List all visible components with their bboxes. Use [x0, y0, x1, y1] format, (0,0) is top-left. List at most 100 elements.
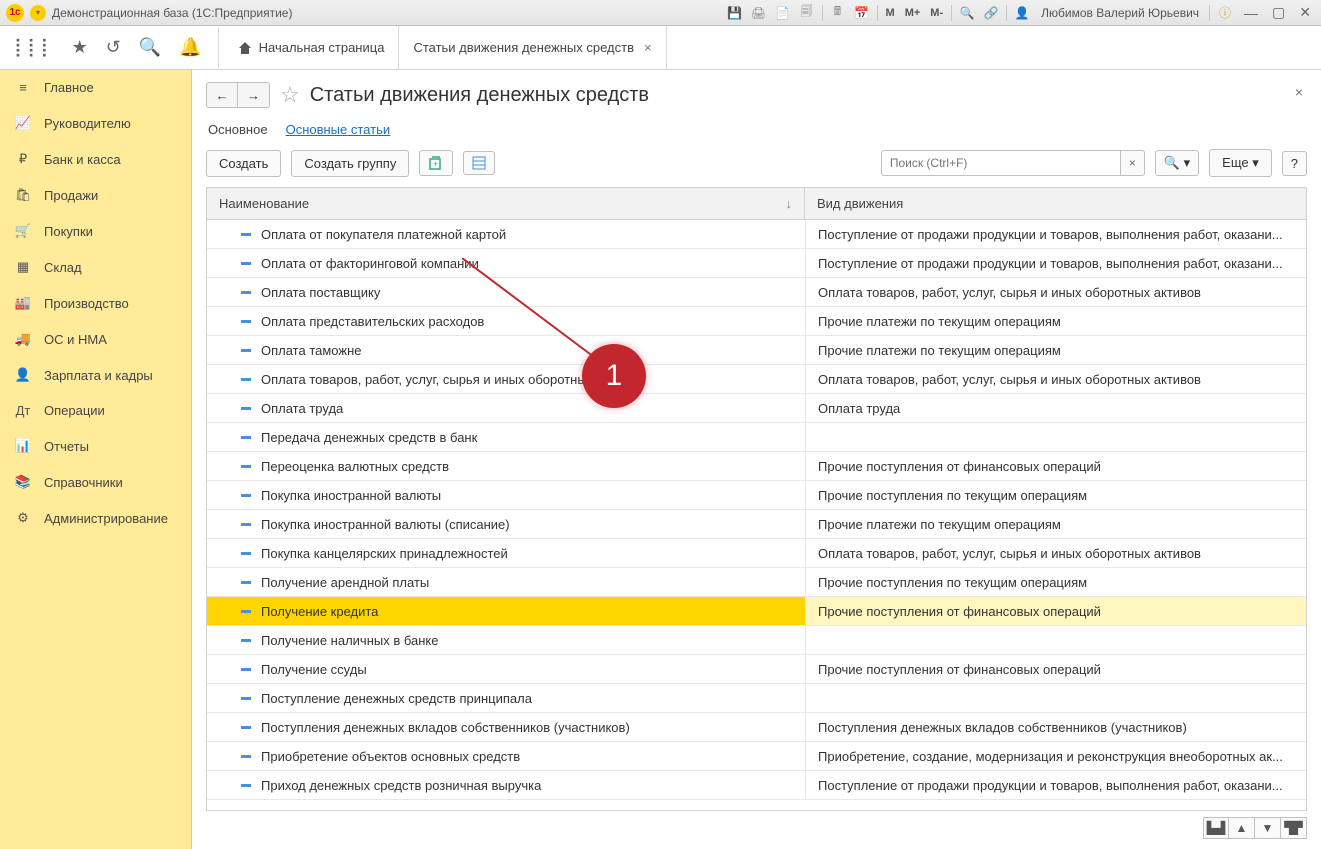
table-row[interactable]: Получение кредита Прочие поступления от … [207, 597, 1306, 626]
more-button[interactable]: Еще ▾ [1209, 149, 1272, 177]
print-icon[interactable]: 🖨 [750, 4, 768, 22]
sidebar-item[interactable]: ⚙Администрирование [0, 500, 191, 536]
info-icon[interactable]: ⓘ [1216, 4, 1234, 22]
app-logo-icon: 1c [6, 4, 24, 22]
sidebar-item[interactable]: 👤Зарплата и кадры [0, 357, 191, 393]
sidebar-item[interactable]: 📈Руководителю [0, 105, 191, 141]
table-row[interactable]: Оплата представительских расходов Прочие… [207, 307, 1306, 336]
calculator-icon[interactable]: 🖩 [829, 4, 847, 22]
table-row[interactable]: Приход денежных средств розничная выручк… [207, 771, 1306, 800]
table-row[interactable]: Передача денежных средств в банк [207, 423, 1306, 452]
maximize-icon[interactable]: ▢ [1268, 4, 1289, 21]
row-name-value: Оплата труда [261, 401, 343, 416]
sidebar-item[interactable]: 🛒Покупки [0, 213, 191, 249]
sidebar-item[interactable]: 📚Справочники [0, 464, 191, 500]
tab-home[interactable]: Начальная страница [223, 26, 400, 70]
table-row[interactable]: Покупка канцелярских принадлежностей Опл… [207, 539, 1306, 568]
bell-icon[interactable]: 🔔 [179, 37, 201, 58]
svg-text:+: + [433, 159, 438, 169]
help-button[interactable]: ? [1282, 151, 1307, 176]
apps-icon[interactable]: ⡇⡇⡇ [14, 37, 54, 58]
sidebar-item[interactable]: 🏭Производство [0, 285, 191, 321]
tab-close-icon[interactable]: × [640, 40, 652, 55]
search-icon[interactable]: 🔍 [139, 37, 161, 58]
table-row[interactable]: Покупка иностранной валюты (списание) Пр… [207, 510, 1306, 539]
row-move-value: Прочие поступления от финансовых операци… [805, 597, 1306, 625]
sidebar-item-label: Зарплата и кадры [44, 368, 153, 383]
table-row[interactable]: Оплата от факторинговой компании Поступл… [207, 249, 1306, 278]
zoom-mplus-icon[interactable]: M+ [903, 7, 923, 19]
user-name[interactable]: Любимов Валерий Юрьевич [1037, 6, 1203, 20]
subtab-secondary[interactable]: Основные статьи [286, 122, 391, 137]
history-icon[interactable]: ↺ [106, 37, 121, 58]
zoom-mminus-icon[interactable]: M- [928, 7, 945, 19]
sidebar-item[interactable]: 🛍Продажи [0, 177, 191, 213]
row-move-value: Прочие платежи по текущим операциям [805, 307, 1306, 335]
zoom-m-icon[interactable]: M [884, 7, 897, 19]
row-item-icon [241, 465, 251, 468]
nav-forward-button[interactable]: → [238, 82, 270, 108]
table-row[interactable]: Получение арендной платы Прочие поступле… [207, 568, 1306, 597]
sidebar-item[interactable]: ▦Склад [0, 249, 191, 285]
table-row[interactable]: Переоценка валютных средств Прочие посту… [207, 452, 1306, 481]
minimize-icon[interactable]: — [1240, 5, 1262, 21]
list-view-button[interactable] [463, 151, 495, 175]
topbar: ⡇⡇⡇ ★ ↺ 🔍 🔔 Начальная страница Статьи дв… [0, 26, 1321, 70]
document-icon[interactable]: 📄 [774, 4, 792, 22]
table-row[interactable]: Оплата от покупателя платежной картой По… [207, 220, 1306, 249]
row-item-icon [241, 291, 251, 294]
sidebar-item-label: ОС и НМА [44, 332, 107, 347]
row-name-value: Получение кредита [261, 604, 378, 619]
row-item-icon [241, 784, 251, 787]
table-row[interactable]: Оплата товаров, работ, услуг, сырья и ин… [207, 365, 1306, 394]
table-row[interactable]: Приобретение объектов основных средств П… [207, 742, 1306, 771]
calendar-icon[interactable]: 📅 [853, 4, 871, 22]
add-from-button[interactable]: + [419, 150, 453, 176]
star-icon[interactable]: ★ [72, 37, 88, 58]
row-name-value: Покупка иностранной валюты (списание) [261, 517, 510, 532]
top-tabs: Начальная страница Статьи движения денеж… [223, 26, 667, 70]
row-item-icon [241, 494, 251, 497]
compare-icon[interactable]: 🗐 [798, 4, 816, 22]
page-up-button[interactable]: ▲ [1229, 817, 1255, 839]
column-move-header[interactable]: Вид движения [805, 188, 1306, 219]
create-button[interactable]: Создать [206, 150, 281, 177]
column-name-header[interactable]: Наименование ↓ [207, 188, 805, 219]
search-input[interactable] [881, 150, 1121, 176]
nav-back-button[interactable]: ← [206, 82, 238, 108]
zoom-icon[interactable]: 🔍 [958, 4, 976, 22]
sidebar-item[interactable]: ДтОперации [0, 393, 191, 428]
sidebar-item-icon: 🛍 [14, 187, 32, 203]
create-group-button[interactable]: Создать группу [291, 150, 409, 177]
sidebar-item[interactable]: ₽Банк и касса [0, 141, 191, 177]
sidebar-item-label: Банк и касса [44, 152, 121, 167]
sidebar-item[interactable]: ≡Главное [0, 70, 191, 105]
subtab-main[interactable]: Основное [208, 122, 268, 137]
app-menu-dropdown-icon[interactable]: ▾ [30, 5, 46, 21]
sidebar-item-icon: ▦ [14, 259, 32, 275]
table-row[interactable]: Оплата поставщику Оплата товаров, работ,… [207, 278, 1306, 307]
link-icon[interactable]: 🔗 [982, 4, 1000, 22]
table-row[interactable]: Оплата таможне Прочие платежи по текущим… [207, 336, 1306, 365]
sidebar-item[interactable]: 🚚ОС и НМА [0, 321, 191, 357]
table-row[interactable]: Покупка иностранной валюты Прочие поступ… [207, 481, 1306, 510]
page-close-icon[interactable]: × [1295, 84, 1303, 100]
tab-active[interactable]: Статьи движения денежных средств × [399, 26, 666, 70]
close-icon[interactable]: ✕ [1295, 4, 1315, 21]
sidebar-item[interactable]: 📊Отчеты [0, 428, 191, 464]
page-first-button[interactable]: ▙▟ [1203, 817, 1229, 839]
page-last-button[interactable]: ▜▛ [1281, 817, 1307, 839]
table-row[interactable]: Поступление денежных средств принципала [207, 684, 1306, 713]
search-button[interactable]: 🔍 ▾ [1155, 150, 1199, 176]
save-icon[interactable]: 💾 [726, 4, 744, 22]
home-icon [237, 40, 253, 56]
page-down-button[interactable]: ▼ [1255, 817, 1281, 839]
table-row[interactable]: Получение ссуды Прочие поступления от фи… [207, 655, 1306, 684]
table-row[interactable]: Поступления денежных вкладов собственник… [207, 713, 1306, 742]
favorite-star-icon[interactable]: ☆ [280, 82, 300, 108]
row-move-value: Прочие поступления от финансовых операци… [805, 452, 1306, 480]
search-clear-icon[interactable]: × [1121, 150, 1145, 176]
table-row[interactable]: Оплата труда Оплата труда [207, 394, 1306, 423]
row-item-icon [241, 610, 251, 613]
table-row[interactable]: Получение наличных в банке [207, 626, 1306, 655]
